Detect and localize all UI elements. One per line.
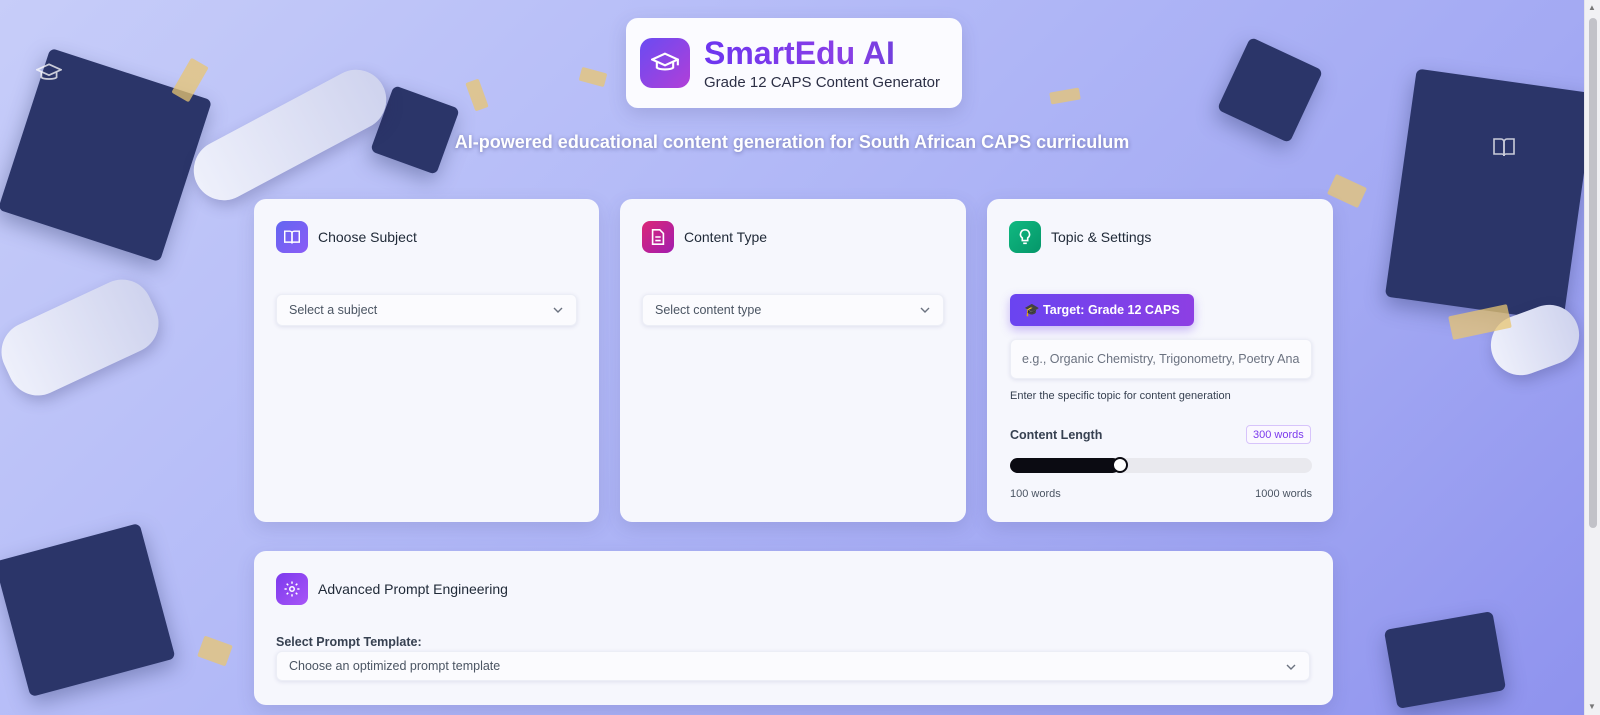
content-length-label: Content Length: [1010, 428, 1103, 442]
app-title: SmartEdu AI: [704, 36, 940, 70]
app-logo: [640, 38, 690, 88]
page-tagline: AI-powered educational content generatio…: [454, 132, 1130, 152]
confetti-decoration: [1049, 87, 1081, 105]
confetti-decoration: [197, 635, 233, 667]
graduation-cap-decoration: [370, 85, 460, 175]
graduation-cap-decoration: [1383, 611, 1507, 709]
confetti-decoration: [1448, 304, 1512, 340]
prompt-template-placeholder: Choose an optimized prompt template: [289, 659, 501, 673]
chevron-down-icon: [1286, 664, 1296, 670]
chevron-down-icon: [553, 307, 563, 313]
chevron-down-icon: [920, 307, 930, 313]
subject-card-title: Choose Subject: [318, 229, 417, 245]
content-type-select[interactable]: Select content type: [642, 294, 944, 326]
subject-select-placeholder: Select a subject: [289, 303, 378, 317]
topic-settings-card-title: Topic & Settings: [1051, 229, 1152, 245]
content-type-card: Content Type: [620, 199, 966, 522]
document-icon: [642, 221, 674, 253]
app-header-card: SmartEdu AI Grade 12 CAPS Content Genera…: [626, 18, 962, 108]
graduation-cap-decoration: [1384, 68, 1596, 322]
advanced-prompt-card: Advanced Prompt Engineering: [254, 551, 1333, 705]
prompt-template-label: Select Prompt Template:: [276, 635, 422, 649]
content-length-badge: 300 words: [1246, 425, 1311, 444]
scroll-up-arrow[interactable]: ▲: [1588, 3, 1596, 12]
graduation-cap-icon: [34, 62, 64, 89]
graduation-cap-icon: [651, 52, 679, 71]
confetti-decoration: [1326, 173, 1368, 209]
graduation-cap-decoration: [1216, 36, 1324, 144]
slider-thumb[interactable]: [1112, 457, 1128, 473]
confetti-decoration: [171, 57, 209, 103]
content-type-select-placeholder: Select content type: [655, 303, 762, 317]
graduation-cap-decoration: [0, 522, 176, 698]
topic-input[interactable]: [1010, 339, 1312, 379]
book-open-icon: [276, 221, 308, 253]
content-length-slider[interactable]: [1010, 457, 1312, 473]
scrollbar-thumb[interactable]: [1589, 18, 1597, 528]
page-scrollbar[interactable]: ▲ ▼: [1584, 0, 1600, 715]
graduation-cap-decoration: [0, 47, 213, 263]
scroll-down-arrow[interactable]: ▼: [1588, 702, 1596, 711]
gear-icon: [276, 573, 308, 605]
slider-min-label: 100 words: [1010, 488, 1061, 500]
content-type-card-title: Content Type: [684, 229, 768, 245]
topic-hint: Enter the specific topic for content gen…: [1010, 390, 1231, 402]
target-grade-badge[interactable]: 🎓 Target: Grade 12 CAPS: [1010, 294, 1194, 326]
diploma-scroll-decoration: [0, 269, 169, 406]
slider-fill: [1010, 458, 1120, 473]
diploma-scroll-decoration: [1482, 296, 1588, 384]
subject-card: Choose Subject: [254, 199, 599, 522]
advanced-card-title: Advanced Prompt Engineering: [318, 581, 508, 597]
confetti-decoration: [465, 78, 489, 112]
confetti-decoration: [578, 66, 608, 88]
lightbulb-icon: [1009, 221, 1041, 253]
subject-select[interactable]: Select a subject: [276, 294, 577, 326]
app-subtitle: Grade 12 CAPS Content Generator: [704, 73, 940, 91]
slider-max-label: 1000 words: [1255, 488, 1312, 500]
prompt-template-select[interactable]: Choose an optimized prompt template: [276, 651, 1310, 681]
